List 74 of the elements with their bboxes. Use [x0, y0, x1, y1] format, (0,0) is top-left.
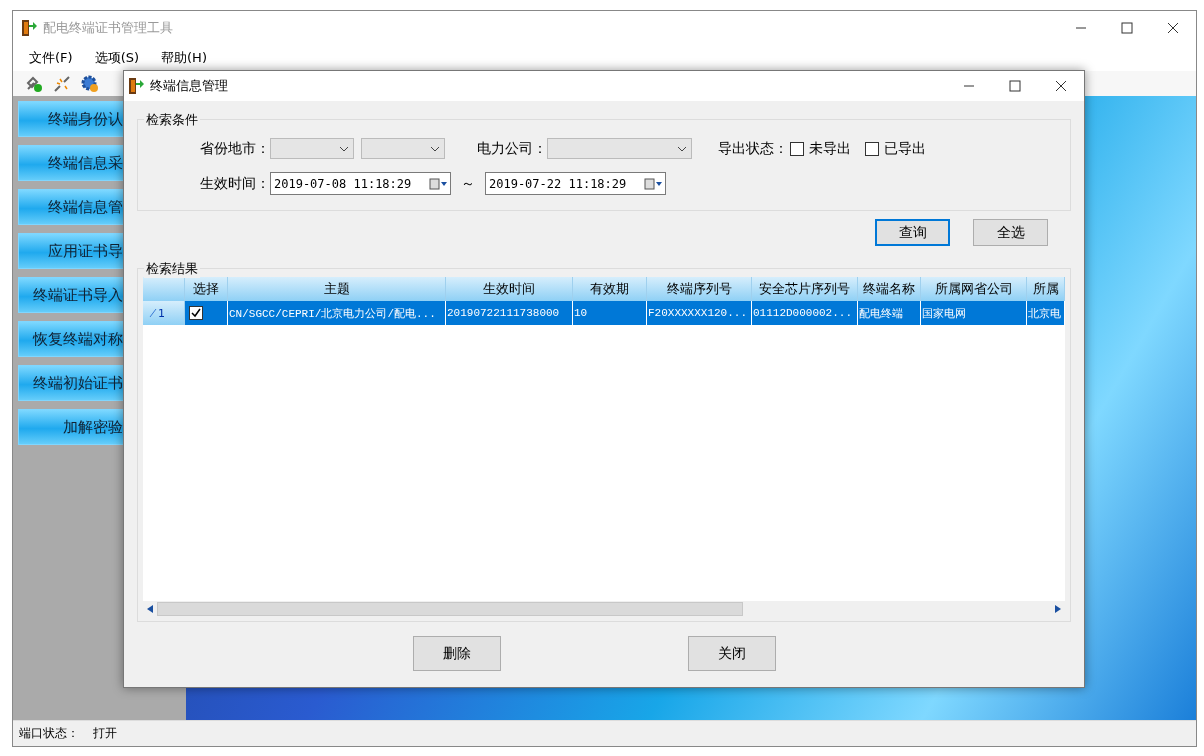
field-label: 省份地市：: [200, 139, 270, 158]
table-cell: 10: [573, 301, 647, 325]
table-cell: 01112D000002...: [752, 301, 858, 325]
column-header[interactable]: 所属: [1027, 277, 1065, 301]
dropdown-caret-icon: [339, 145, 349, 152]
column-header[interactable]: 生效时间: [446, 277, 573, 301]
menu-item[interactable]: 帮助(H): [161, 48, 207, 67]
checkbox-label: 已导出: [884, 139, 926, 158]
dialog-title: 终端信息管理: [150, 77, 229, 95]
city-dropdown[interactable]: [361, 138, 445, 159]
side-menu-button[interactable]: 恢复终端对称: [18, 321, 124, 357]
app-logo-icon: [21, 18, 37, 37]
start-date-field[interactable]: 2019-07-08 11:18:29: [270, 172, 451, 195]
dropdown-caret-icon: [677, 145, 687, 152]
checkbox[interactable]: [865, 141, 879, 156]
company-dropdown[interactable]: [547, 138, 692, 159]
field-label: 生效时间：: [200, 174, 270, 193]
window-title: 配电终端证书管理工具: [43, 18, 174, 37]
status-value: 打开: [93, 725, 117, 742]
table-cell: 北京电: [1027, 301, 1065, 325]
menu-item[interactable]: 选项(S): [94, 48, 140, 67]
table-cell: 20190722111738000: [446, 301, 573, 325]
close-icon: [1167, 21, 1179, 34]
calendar-dropdown-icon[interactable]: [644, 177, 662, 190]
range-separator: ～: [461, 174, 475, 193]
column-header[interactable]: 安全芯片序列号: [752, 277, 858, 301]
side-menu-button[interactable]: 应用证书导: [18, 233, 124, 269]
maximize-icon: [1009, 80, 1021, 92]
table-cell: 配电终端: [858, 301, 921, 325]
table-cell: F20XXXXXX120...: [647, 301, 752, 325]
header-cell: [143, 277, 185, 301]
table-cell: 国家电网: [921, 301, 1027, 325]
side-menu-button[interactable]: 终端证书导入: [18, 277, 124, 313]
app-logo-icon: [128, 77, 144, 95]
column-header[interactable]: 选择: [185, 277, 228, 301]
table-row[interactable]: 1 CN/SGCC/CEPRI/北京电力公司/配电... 20190722111738000 10 F20XXXXXX120... 01112D000002... 配电终端 国家电网 北京电: [143, 301, 1065, 325]
connect-link-icon[interactable]: [25, 74, 43, 93]
side-menu-button[interactable]: 终端信息管: [18, 189, 124, 225]
side-menu-button[interactable]: 终端初始证书: [18, 365, 124, 401]
calendar-dropdown-icon[interactable]: [429, 177, 447, 190]
dialog-button[interactable]: 关闭: [688, 636, 776, 671]
column-header[interactable]: 主题: [228, 277, 446, 301]
scroll-left-icon[interactable]: [147, 605, 153, 613]
group-title: 检索结果: [144, 260, 200, 278]
checkbox[interactable]: [790, 141, 804, 156]
table-cell: CN/SGCC/CEPRI/北京电力公司/配电...: [228, 301, 446, 325]
column-header[interactable]: 终端序列号: [647, 277, 752, 301]
field-label: 电力公司：: [477, 139, 547, 158]
menu-item[interactable]: 文件(F): [29, 48, 73, 67]
province-dropdown[interactable]: [270, 138, 354, 159]
edit-pencil-icon: [149, 308, 157, 318]
maximize-icon: [1121, 21, 1133, 34]
close-icon: [1055, 80, 1067, 92]
field-label: 导出状态：: [718, 139, 788, 158]
column-header[interactable]: 终端名称: [858, 277, 921, 301]
checkbox-label: 未导出: [809, 139, 851, 158]
action-button[interactable]: 全选: [973, 219, 1048, 246]
column-header[interactable]: 有效期: [573, 277, 647, 301]
status-label: 端口状态：: [19, 725, 79, 742]
side-menu-button[interactable]: 加解密验: [18, 409, 124, 445]
settings-gear-icon[interactable]: [81, 74, 99, 93]
dialog-button[interactable]: 删除: [413, 636, 501, 671]
group-title: 检索条件: [144, 111, 200, 129]
side-menu-button[interactable]: 终端信息采: [18, 145, 124, 181]
scroll-right-icon[interactable]: [1055, 605, 1061, 613]
row-checkbox[interactable]: [189, 306, 203, 320]
end-date-field[interactable]: 2019-07-22 11:18:29: [485, 172, 666, 195]
row-number: 1: [158, 306, 165, 320]
action-button[interactable]: 查询: [875, 219, 950, 246]
dropdown-caret-icon: [430, 145, 440, 152]
column-header[interactable]: 所属网省公司: [921, 277, 1027, 301]
scrollbar-thumb[interactable]: [157, 602, 743, 616]
side-menu-button[interactable]: 终端身份认: [18, 101, 124, 137]
disconnect-link-icon[interactable]: [53, 74, 71, 93]
